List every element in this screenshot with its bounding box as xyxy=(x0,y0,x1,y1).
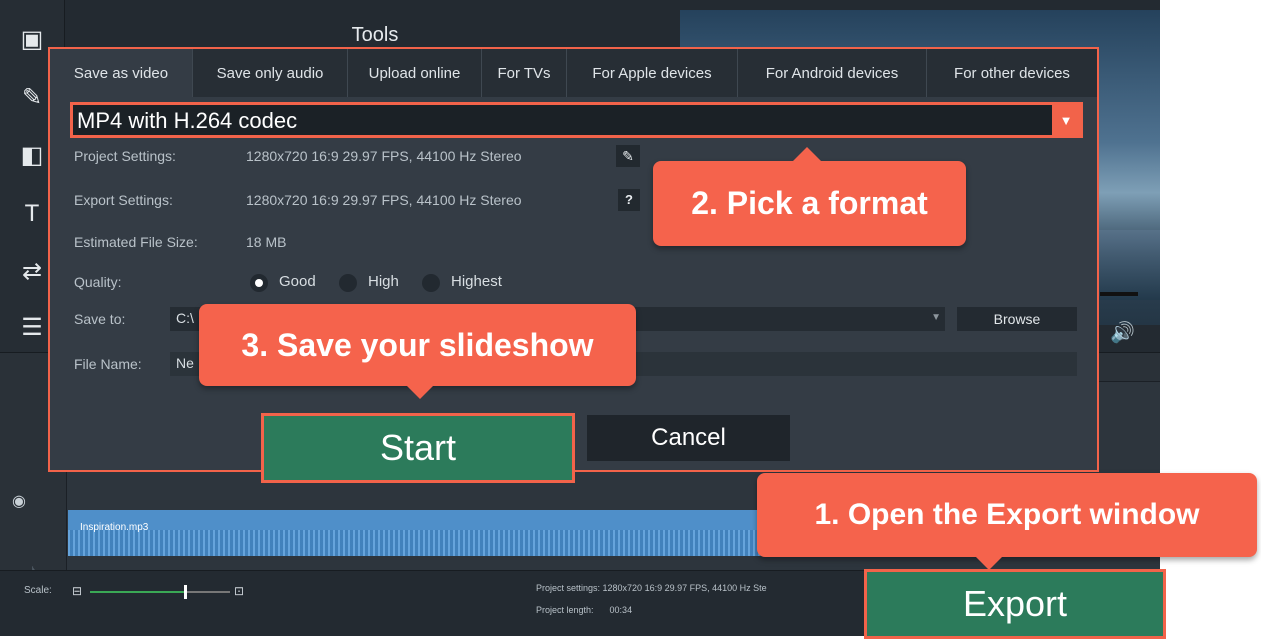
text-icon[interactable]: T xyxy=(14,196,50,232)
project-settings-value: 1280x720 16:9 29.97 FPS, 44100 Hz Stereo xyxy=(246,148,522,164)
callout-step-1: 1. Open the Export window xyxy=(757,473,1257,570)
save-to-value: C:\ xyxy=(176,310,194,326)
format-dropdown[interactable]: MP4 with H.264 codec ▼ xyxy=(70,102,1083,138)
volume-icon[interactable]: 🔊 xyxy=(1110,320,1135,345)
tab-for-other-devices[interactable]: For other devices xyxy=(927,49,1097,97)
file-name-label: File Name: xyxy=(74,356,142,372)
project-length-label: Project length: xyxy=(536,605,594,615)
quality-good-radio[interactable] xyxy=(250,274,268,292)
export-settings-label: Export Settings: xyxy=(74,192,173,208)
wand-icon[interactable]: ✎ xyxy=(14,80,50,116)
scale-label: Scale: xyxy=(24,585,52,596)
pencil-icon[interactable]: ✎ xyxy=(616,145,640,167)
tab-for-apple-devices[interactable]: For Apple devices xyxy=(567,49,738,97)
start-button[interactable]: Start xyxy=(261,413,575,483)
chevron-down-icon[interactable]: ▼ xyxy=(931,312,941,323)
eye-icon[interactable]: ◉ xyxy=(12,491,26,511)
quality-highest-label: Highest xyxy=(451,273,502,290)
format-value: MP4 with H.264 codec xyxy=(77,108,298,133)
audio-clip-name: Inspiration.mp3 xyxy=(80,522,149,533)
browse-button[interactable]: Browse xyxy=(957,307,1077,331)
playback-progress[interactable] xyxy=(1100,292,1138,296)
save-to-label: Save to: xyxy=(74,311,126,327)
tab-for-tvs[interactable]: For TVs xyxy=(482,49,567,97)
scale-fill xyxy=(90,591,185,593)
callout-step-3: 3. Save your slideshow xyxy=(199,304,636,399)
tools-panel-title: Tools xyxy=(351,24,399,46)
quality-highest-radio[interactable] xyxy=(422,274,440,292)
export-settings-value: 1280x720 16:9 29.97 FPS, 44100 Hz Stereo xyxy=(246,192,522,208)
export-button[interactable]: Export xyxy=(864,569,1166,639)
file-size-label: Estimated File Size: xyxy=(74,234,198,250)
export-tabs: Save as video Save only audio Upload onl… xyxy=(50,49,1097,97)
cancel-button[interactable]: Cancel xyxy=(587,415,790,461)
tab-save-as-video[interactable]: Save as video xyxy=(50,49,193,97)
transition-icon[interactable]: ⇄ xyxy=(14,254,50,290)
tab-for-android-devices[interactable]: For Android devices xyxy=(738,49,927,97)
project-settings-label: Project Settings: xyxy=(74,148,176,164)
tab-save-only-audio[interactable]: Save only audio xyxy=(193,49,348,97)
list-icon[interactable]: ☰ xyxy=(14,310,50,346)
file-name-value: Ne xyxy=(176,355,194,371)
quality-high-radio[interactable] xyxy=(339,274,357,292)
zoom-out-icon[interactable]: ⊟ xyxy=(72,584,82,598)
quality-high-label: High xyxy=(368,273,399,290)
clip-icon[interactable]: ◧ xyxy=(14,138,50,174)
project-length: Project length: 00:34 xyxy=(536,605,632,615)
project-length-value: 00:34 xyxy=(609,605,633,615)
export-dialog: Save as video Save only audio Upload onl… xyxy=(48,47,1099,483)
quality-good-label: Good xyxy=(279,273,316,290)
file-size-value: 18 MB xyxy=(246,234,287,250)
zoom-in-icon[interactable]: ⊡ xyxy=(234,584,244,598)
scale-handle[interactable] xyxy=(184,585,187,599)
scale-slider[interactable] xyxy=(90,585,230,599)
chevron-down-icon[interactable]: ▼ xyxy=(1052,105,1080,135)
film-icon[interactable]: ▣ xyxy=(14,22,50,58)
help-icon[interactable]: ? xyxy=(618,189,640,211)
tab-upload-online[interactable]: Upload online xyxy=(348,49,482,97)
project-settings-summary: Project settings: 1280x720 16:9 29.97 FP… xyxy=(536,583,767,593)
callout-step-2: 2. Pick a format xyxy=(653,147,966,246)
quality-label: Quality: xyxy=(74,274,122,290)
